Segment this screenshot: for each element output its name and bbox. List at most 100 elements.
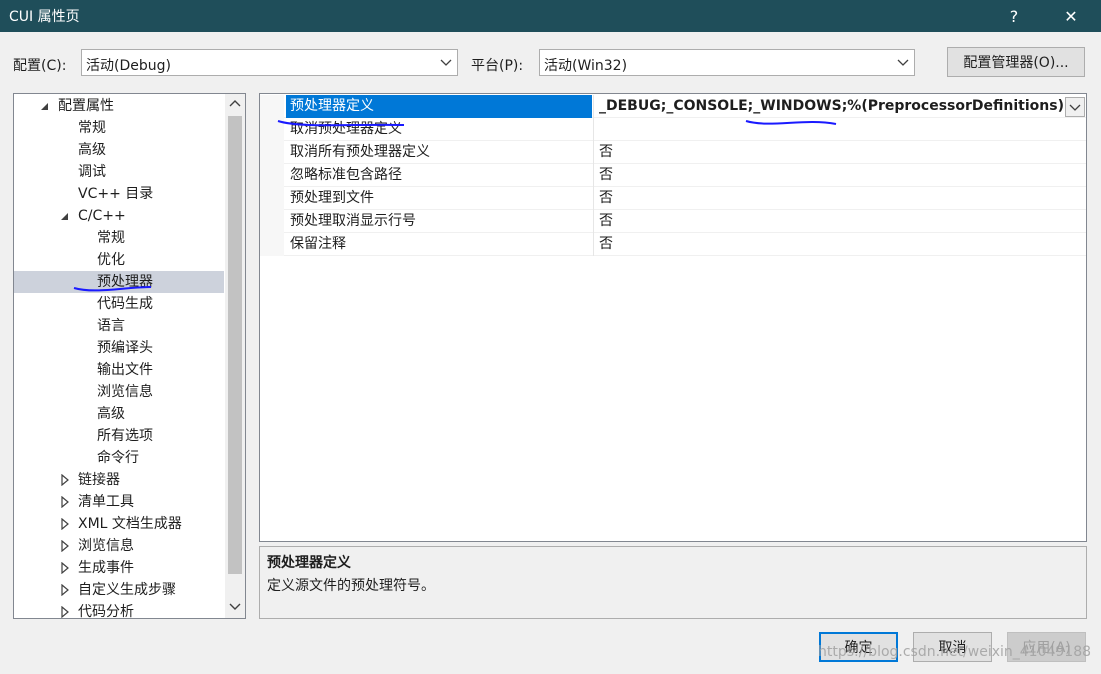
tree-item-label: 调试 — [78, 164, 106, 180]
tree-item-label: 所有选项 — [97, 428, 153, 444]
tree-item[interactable]: 高级 — [14, 403, 224, 425]
tree-item-label: 链接器 — [78, 472, 120, 488]
row-gutter — [260, 95, 284, 118]
tree-item-label: VC++ 目录 — [78, 186, 154, 202]
platform-combobox[interactable]: 活动(Win32) — [539, 49, 915, 76]
collapsed-arrow-icon[interactable] — [59, 584, 71, 596]
tree-item-label: 命令行 — [97, 450, 139, 466]
tree-item[interactable]: 代码生成 — [14, 293, 224, 315]
collapsed-arrow-icon[interactable] — [59, 540, 71, 552]
window-title: CUI 属性页 — [9, 9, 80, 25]
close-button[interactable]: ✕ — [1048, 0, 1094, 32]
expanded-arrow-icon[interactable] — [59, 210, 71, 222]
value-dropdown-button[interactable] — [1065, 97, 1085, 117]
tree-item[interactable]: C/C++ — [14, 205, 224, 227]
tree-item-label: 预处理器 — [97, 274, 153, 290]
property-tree[interactable]: 配置属性 常规 高级 调试 VC++ 目录 C/C++ 常规 优化 预处理器 代码生成 语言 预编译头… — [13, 93, 246, 619]
tree-item-label: 浏览信息 — [97, 384, 153, 400]
config-combobox[interactable]: 活动(Debug) — [81, 49, 458, 76]
property-value[interactable]: _DEBUG;_CONSOLE;_WINDOWS;%(PreprocessorD… — [596, 95, 1066, 118]
tree-item-label: 预编译头 — [97, 340, 153, 356]
tree-item[interactable]: 输出文件 — [14, 359, 224, 381]
description-text: 定义源文件的预处理符号。 — [267, 578, 435, 594]
help-icon: ? — [1009, 6, 1019, 26]
tree-item[interactable]: 配置属性 — [14, 95, 224, 117]
tree-item[interactable]: 代码分析 — [14, 601, 224, 619]
tree-item[interactable]: 生成事件 — [14, 557, 224, 579]
property-value[interactable]: 否 — [596, 187, 1066, 210]
grid-row[interactable]: 预处理到文件否 — [260, 187, 1086, 210]
close-icon: ✕ — [1064, 6, 1078, 26]
tree-item[interactable]: 调试 — [14, 161, 224, 183]
row-gutter — [260, 187, 284, 210]
collapsed-arrow-icon[interactable] — [59, 562, 71, 574]
platform-label: 平台(P): — [471, 58, 524, 74]
tree-item[interactable]: XML 文档生成器 — [14, 513, 224, 535]
property-name[interactable]: 预处理器定义 — [286, 95, 592, 118]
property-name[interactable]: 取消所有预处理器定义 — [286, 141, 592, 164]
property-name[interactable]: 预处理到文件 — [286, 187, 592, 210]
property-name[interactable]: 取消预处理器定义 — [286, 118, 592, 141]
tree-item[interactable]: 常规 — [14, 227, 224, 249]
tree-item-label: 浏览信息 — [78, 538, 134, 554]
title-bar: CUI 属性页 ? ✕ — [0, 0, 1101, 32]
grid-row[interactable]: 取消预处理器定义 — [260, 118, 1086, 141]
property-value[interactable]: 否 — [596, 141, 1066, 164]
property-grid[interactable]: 预处理器定义 _DEBUG;_CONSOLE;_WINDOWS;%(Preproc… — [259, 93, 1087, 542]
column-divider — [593, 118, 594, 141]
tree-item-label: 配置属性 — [58, 98, 114, 114]
collapsed-arrow-icon[interactable] — [59, 606, 71, 618]
property-value[interactable]: 否 — [596, 233, 1066, 256]
tree-item[interactable]: 常规 — [14, 117, 224, 139]
tree-item-label: 常规 — [97, 230, 125, 246]
expanded-arrow-icon[interactable] — [39, 100, 51, 112]
grid-row[interactable]: 保留注释否 — [260, 233, 1086, 256]
row-gutter — [260, 210, 284, 233]
property-name[interactable]: 预处理取消显示行号 — [286, 210, 592, 233]
tree-item[interactable]: 所有选项 — [14, 425, 224, 447]
tree-item-label: 高级 — [97, 406, 125, 422]
collapsed-arrow-icon[interactable] — [59, 496, 71, 508]
column-divider — [593, 233, 594, 256]
column-divider — [593, 95, 594, 118]
tree-item[interactable]: 命令行 — [14, 447, 224, 469]
property-value[interactable]: 否 — [596, 210, 1066, 233]
tree-item[interactable]: 高级 — [14, 139, 224, 161]
tree-item[interactable]: 预处理器 — [14, 271, 224, 293]
tree-item[interactable]: 优化 — [14, 249, 224, 271]
tree-item-label: 代码分析 — [78, 604, 134, 619]
row-gutter — [260, 118, 284, 141]
description-title: 预处理器定义 — [267, 555, 351, 571]
grid-row[interactable]: 取消所有预处理器定义否 — [260, 141, 1086, 164]
help-button[interactable]: ? — [991, 0, 1037, 32]
tree-item-label: 生成事件 — [78, 560, 134, 576]
row-gutter — [260, 233, 284, 256]
tree-item-label: 输出文件 — [97, 362, 153, 378]
property-name[interactable]: 忽略标准包含路径 — [286, 164, 592, 187]
grid-row[interactable]: 预处理取消显示行号否 — [260, 210, 1086, 233]
tree-item[interactable]: 清单工具 — [14, 491, 224, 513]
tree-item-label: 优化 — [97, 252, 125, 268]
grid-row[interactable]: 忽略标准包含路径否 — [260, 164, 1086, 187]
property-name[interactable]: 保留注释 — [286, 233, 592, 256]
tree-item[interactable]: 浏览信息 — [14, 381, 224, 403]
property-value[interactable]: 否 — [596, 164, 1066, 187]
property-value[interactable] — [596, 118, 1066, 141]
grid-row[interactable]: 预处理器定义 _DEBUG;_CONSOLE;_WINDOWS;%(Preproc… — [260, 95, 1086, 118]
chevron-up-icon[interactable] — [229, 98, 241, 110]
tree-item[interactable]: 浏览信息 — [14, 535, 224, 557]
collapsed-arrow-icon[interactable] — [59, 518, 71, 530]
tree-item[interactable]: 语言 — [14, 315, 224, 337]
scrollbar-thumb[interactable] — [228, 116, 242, 574]
collapsed-arrow-icon[interactable] — [59, 474, 71, 486]
tree-item[interactable]: 链接器 — [14, 469, 224, 491]
tree-item-label: 常规 — [78, 120, 106, 136]
tree-item[interactable]: 自定义生成步骤 — [14, 579, 224, 601]
chevron-down-icon[interactable] — [229, 600, 241, 612]
tree-item[interactable]: VC++ 目录 — [14, 183, 224, 205]
config-label: 配置(C): — [13, 58, 67, 74]
tree-item[interactable]: 预编译头 — [14, 337, 224, 359]
tree-scrollbar[interactable] — [225, 94, 245, 618]
tree-item-label: 语言 — [97, 318, 125, 334]
config-manager-button[interactable]: 配置管理器(O)... — [947, 47, 1085, 77]
